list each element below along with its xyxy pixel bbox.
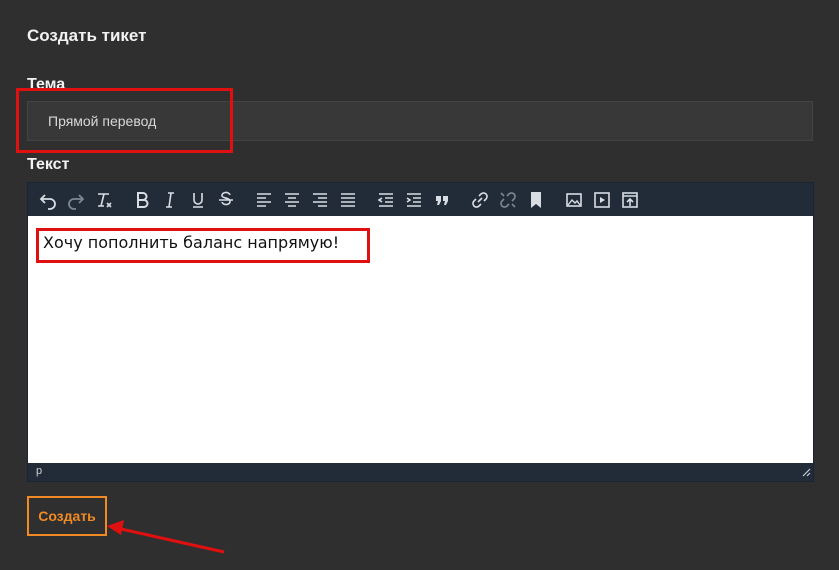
underline-icon[interactable] [184, 187, 212, 213]
annotation-arrow-icon [107, 520, 225, 554]
unlink-icon[interactable] [494, 187, 522, 213]
editor-text: Хочу пополнить баланс напрямую! [43, 233, 340, 252]
strikethrough-icon[interactable] [212, 187, 240, 213]
subject-field[interactable]: Прямой перевод [27, 101, 813, 141]
link-icon[interactable] [466, 187, 494, 213]
rich-text-editor: Хочу пополнить баланс напрямую! p [27, 182, 814, 482]
text-label: Текст [27, 156, 70, 173]
clear-format-icon[interactable] [90, 187, 118, 213]
subject-label: Тема [27, 76, 66, 93]
editor-content[interactable]: Хочу пополнить баланс напрямую! [28, 216, 813, 463]
blockquote-icon[interactable] [428, 187, 456, 213]
outdent-icon[interactable] [372, 187, 400, 213]
page-title: Создать тикет [27, 26, 147, 45]
create-button[interactable]: Создать [27, 496, 107, 536]
element-path[interactable]: p [36, 465, 42, 477]
bold-icon[interactable] [128, 187, 156, 213]
italic-icon[interactable] [156, 187, 184, 213]
subject-value: Прямой перевод [48, 113, 157, 129]
editor-statusbar: p [28, 463, 813, 481]
image-icon[interactable] [560, 187, 588, 213]
align-center-icon[interactable] [278, 187, 306, 213]
align-justify-icon[interactable] [334, 187, 362, 213]
undo-icon[interactable] [34, 187, 62, 213]
align-left-icon[interactable] [250, 187, 278, 213]
editor-toolbar [28, 183, 813, 216]
media-icon[interactable] [588, 187, 616, 213]
template-icon[interactable] [616, 187, 644, 213]
anchor-icon[interactable] [522, 187, 550, 213]
align-right-icon[interactable] [306, 187, 334, 213]
resize-handle-icon[interactable] [801, 467, 811, 480]
indent-icon[interactable] [400, 187, 428, 213]
redo-icon[interactable] [62, 187, 90, 213]
